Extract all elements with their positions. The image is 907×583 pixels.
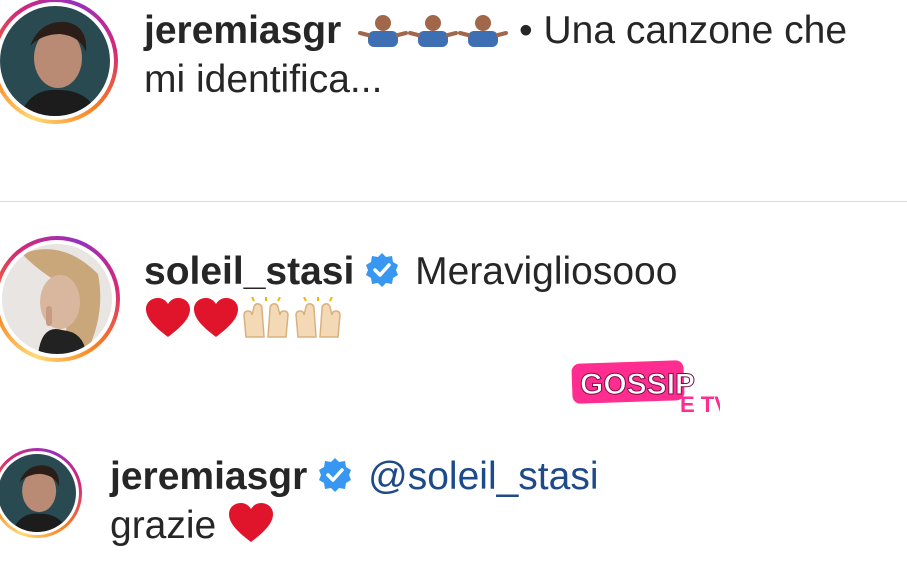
person-shrugging-emoji: [358, 15, 409, 47]
person-shrugging-emoji: [458, 15, 509, 47]
red-heart-emoji: [194, 298, 238, 337]
raising-hands-emoji: [243, 297, 289, 338]
svg-text:E TV: E TV: [680, 392, 720, 417]
emoji-row: [144, 297, 344, 342]
raising-hands-emoji: [295, 297, 341, 338]
comment-username[interactable]: soleil_stasi: [144, 250, 354, 293]
comment-text-line2: mi identifica...: [144, 58, 383, 101]
gossip-e-tv-logo: GOSSIP E TV: [570, 358, 729, 418]
verified-badge-icon: [319, 458, 352, 492]
avatar[interactable]: [2, 244, 112, 354]
red-heart-emoji: [229, 503, 274, 542]
comment-username[interactable]: jeremiasgr: [144, 9, 341, 52]
avatar[interactable]: [0, 6, 110, 116]
avatar[interactable]: [0, 454, 76, 532]
verified-badge-icon: [366, 253, 399, 287]
divider: [0, 201, 907, 202]
red-heart-emoji: [146, 298, 190, 337]
mention-link[interactable]: @soleil_stasi: [368, 455, 598, 498]
person-shrugging-emoji: [408, 15, 459, 47]
story-ring[interactable]: [0, 0, 118, 124]
comment-text: • Una canzone che: [518, 9, 848, 52]
story-ring[interactable]: [0, 236, 120, 362]
comment-text: grazie: [110, 504, 217, 547]
story-ring[interactable]: [0, 448, 82, 538]
comment-text: Meravigliosooo: [415, 250, 678, 293]
shrug-emojis: [358, 9, 519, 52]
svg-text:GOSSIP: GOSSIP: [580, 368, 695, 401]
comment-username[interactable]: jeremiasgr: [110, 455, 307, 498]
